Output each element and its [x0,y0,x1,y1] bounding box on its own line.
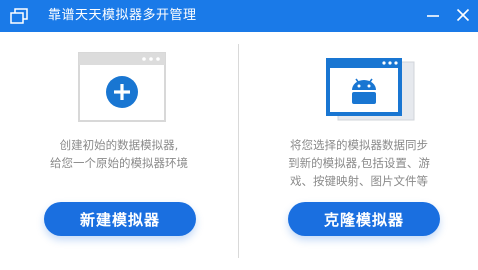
minimize-button[interactable] [423,6,443,26]
title-bar: 靠谱天天模拟器多开管理 [0,0,478,32]
new-emulator-description: 创建初始的数据模拟器, 给您一个原始的模拟器环境 [0,136,238,172]
clone-emulator-panel: 将您选择的模拟器数据同步 到新的模拟器,包括设置、游 戏、按键映射、图片文件等 … [240,32,478,270]
description-line: 给您一个原始的模拟器环境 [50,156,188,170]
window-title: 靠谱天天模拟器多开管理 [48,8,197,23]
window-stack-icon [10,8,28,24]
description-line: 创建初始的数据模拟器, [59,138,179,152]
minimize-icon [426,7,440,26]
close-icon [456,7,470,26]
panel-divider [238,44,239,258]
add-emulator-window-icon [78,52,166,122]
description-line: 到新的模拟器,包括设置、游 [288,156,430,170]
clone-emulator-button[interactable]: 克隆模拟器 [288,202,440,236]
description-line: 将您选择的模拟器数据同步 [290,138,428,152]
android-clone-window-icon [324,56,416,122]
new-emulator-button[interactable]: 新建模拟器 [44,202,196,236]
clone-emulator-description: 将您选择的模拟器数据同步 到新的模拟器,包括设置、游 戏、按键映射、图片文件等 [240,136,478,190]
description-line: 戏、按键映射、图片文件等 [290,174,428,188]
close-button[interactable] [453,6,473,26]
new-emulator-panel: 创建初始的数据模拟器, 给您一个原始的模拟器环境 新建模拟器 [0,32,238,270]
